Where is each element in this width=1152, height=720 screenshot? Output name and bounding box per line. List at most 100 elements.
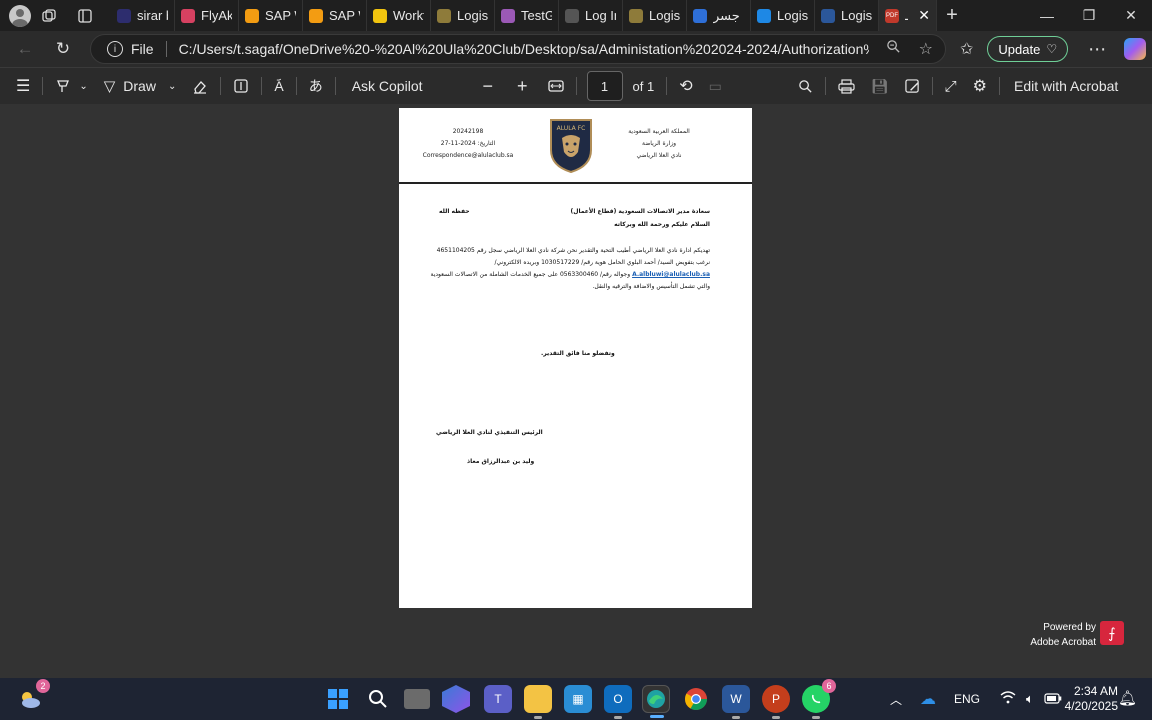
browser-tab[interactable]: جسر: [687, 0, 751, 31]
browser-tab-bar: sirar by FlyAkeed SAP W SAP W Workfl Log…: [0, 0, 1152, 31]
browser-tab[interactable]: Logisti: [623, 0, 687, 31]
toolbar-divider: [295, 77, 297, 95]
url-text[interactable]: C:/Users/t.sagaf/OneDrive%20-%20Al%20Ula…: [179, 41, 869, 57]
info-icon[interactable]: i: [107, 41, 123, 57]
pdf-viewer-area[interactable]: 20242198 التاريخ: 2024-11-27 Corresponde…: [0, 104, 1152, 678]
issuer-block: المملكة العربية السعودية وزارة الرياضة ن…: [604, 126, 714, 162]
contents-list-icon[interactable]: ☰: [8, 68, 38, 105]
text-box-icon[interactable]: [225, 68, 257, 105]
adobe-acrobat-label: Adobe Acrobat: [1030, 637, 1096, 648]
file-explorer-icon[interactable]: [524, 685, 552, 719]
translate-icon[interactable]: あ: [301, 68, 331, 105]
system-clock[interactable]: 2:34 AM 4/20/2025: [1058, 684, 1118, 714]
signatory-title: الرئيس التنفيذي لنادي العلا الرياضي: [436, 429, 543, 436]
tab-title: SAP W: [329, 8, 360, 23]
close-window-icon[interactable]: ✕: [1110, 0, 1152, 31]
toolbar-divider: [666, 77, 668, 95]
start-windows-icon[interactable]: [324, 685, 352, 713]
browser-tab[interactable]: Logisti: [431, 0, 495, 31]
search-icon[interactable]: [364, 685, 392, 713]
browser-tab[interactable]: sirar by: [111, 0, 175, 31]
toolbar-divider: [220, 77, 222, 95]
back-arrow-icon[interactable]: ←: [6, 31, 44, 67]
document-reference-block: 20242198 التاريخ: 2024-11-27 Corresponde…: [417, 126, 519, 162]
more-options-icon[interactable]: ⋯: [1088, 39, 1106, 60]
favorites-icon[interactable]: ✩: [960, 39, 973, 59]
signatory-name: وليد بن عبدالرزاق معاذ: [467, 458, 535, 465]
browser-tab[interactable]: Logisti: [815, 0, 879, 31]
tab-favicon-icon: [757, 8, 771, 23]
browser-tab[interactable]: SAP W: [303, 0, 367, 31]
browser-tab-active[interactable]: PDF تـ ✕: [879, 0, 937, 31]
refresh-icon[interactable]: ↻: [44, 31, 82, 67]
tab-favicon-icon: [565, 8, 579, 23]
zoom-in-icon[interactable]: +: [509, 68, 536, 105]
close-tab-icon[interactable]: ✕: [918, 7, 930, 24]
print-icon[interactable]: [830, 68, 863, 105]
pdf-favicon-icon: PDF: [885, 8, 899, 23]
vertical-tabs-icon[interactable]: [67, 0, 103, 31]
outlook-icon[interactable]: O: [604, 685, 632, 719]
save-as-icon[interactable]: [897, 68, 928, 105]
chrome-icon[interactable]: [682, 685, 710, 713]
greeting-line: السلام عليكم ورحمة الله وبركاته: [614, 221, 710, 228]
profile-avatar[interactable]: [9, 4, 31, 27]
browser-tab[interactable]: FlyAkeed: [175, 0, 239, 31]
search-icon[interactable]: [790, 68, 821, 105]
favorite-star-icon[interactable]: ☆: [919, 39, 933, 59]
authorized-email-link[interactable]: A.albluwi@alulaclub.sa: [632, 271, 710, 278]
clock-time: 2:34 AM: [1073, 684, 1118, 698]
read-aloud-icon[interactable]: A᷄: [266, 68, 291, 105]
zoom-out-icon[interactable]: −: [475, 68, 502, 105]
ask-copilot-button[interactable]: Ask Copilot: [340, 68, 431, 105]
browser-tab[interactable]: Logisti: [751, 0, 815, 31]
page-view-icon[interactable]: ▭: [701, 68, 730, 105]
settings-gear-icon[interactable]: ⚙: [965, 68, 995, 105]
edit-with-acrobat-button[interactable]: Edit with Acrobat: [1004, 68, 1126, 105]
language-indicator[interactable]: ENG: [954, 692, 980, 706]
browser-tab[interactable]: TestGo: [495, 0, 559, 31]
powerpoint-icon[interactable]: P: [762, 685, 790, 719]
fit-page-icon[interactable]: [540, 68, 572, 105]
tab-favicon-icon: [181, 8, 195, 23]
fullscreen-icon[interactable]: ⤢: [937, 68, 965, 105]
chevron-down-icon[interactable]: ⌄: [79, 81, 87, 92]
task-view-icon[interactable]: [404, 689, 430, 709]
page-count-label: of 1: [632, 78, 655, 94]
pdf-page[interactable]: 20242198 التاريخ: 2024-11-27 Corresponde…: [399, 108, 752, 608]
new-tab-button[interactable]: +: [937, 4, 967, 27]
copilot-taskbar-icon[interactable]: [442, 685, 470, 713]
teams-icon[interactable]: T: [484, 685, 512, 713]
kingdom-label: المملكة العربية السعودية: [628, 128, 690, 135]
microsoft-store-icon[interactable]: ▦: [564, 685, 592, 713]
browser-tab[interactable]: SAP W: [239, 0, 303, 31]
wifi-icon[interactable]: [1000, 691, 1016, 707]
draw-button[interactable]: ▽ Draw ⌄: [96, 68, 185, 105]
word-icon[interactable]: W: [722, 685, 750, 719]
running-indicator: [732, 716, 740, 719]
browser-tab[interactable]: Log In: [559, 0, 623, 31]
workspaces-icon[interactable]: [31, 0, 67, 31]
onedrive-cloud-icon[interactable]: ☁: [920, 689, 936, 709]
chevron-up-icon[interactable]: ︿: [890, 691, 902, 708]
page-number-input[interactable]: 1: [586, 71, 623, 101]
save-icon[interactable]: 💾︎: [863, 68, 897, 105]
rotate-icon[interactable]: ⟲: [671, 68, 700, 105]
toolbar-divider: [334, 77, 336, 95]
zoom-icon[interactable]: [886, 39, 901, 59]
update-button[interactable]: Update ♡: [987, 36, 1069, 62]
notification-bell-icon[interactable]: 🔔︎: [1118, 689, 1137, 707]
browser-tab[interactable]: Workfl: [367, 0, 431, 31]
volume-icon[interactable]: 🔈︎: [1026, 691, 1034, 707]
edge-browser-icon[interactable]: [642, 685, 670, 718]
highlight-icon[interactable]: ⌄: [47, 68, 95, 105]
minimize-icon[interactable]: —: [1026, 0, 1068, 31]
address-bar[interactable]: i File C:/Users/t.sagaf/OneDrive%20-%20A…: [90, 34, 946, 64]
weather-widget-icon[interactable]: 2: [16, 679, 50, 713]
chevron-down-icon[interactable]: ⌄: [168, 81, 176, 92]
eraser-icon[interactable]: [184, 68, 216, 105]
restore-icon[interactable]: ❐: [1068, 0, 1110, 31]
notification-badge: 6: [822, 679, 836, 693]
whatsapp-icon[interactable]: 6: [802, 679, 836, 719]
copilot-icon[interactable]: [1124, 38, 1147, 60]
